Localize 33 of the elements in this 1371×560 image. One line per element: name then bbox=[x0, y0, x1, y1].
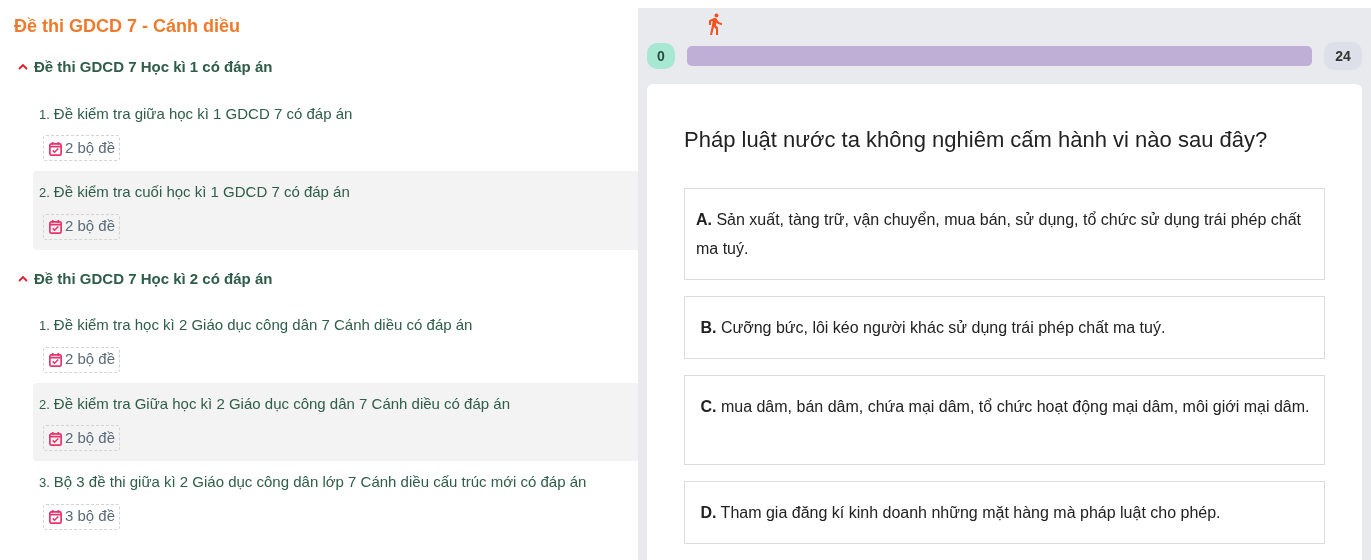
calendar-check-icon bbox=[48, 140, 63, 156]
count-text: 2 bộ đề bbox=[65, 137, 116, 158]
answer-option[interactable]: B. Cưỡng bức, lôi kéo người khác sử dụng trái phép chất ma tuý. bbox=[684, 296, 1325, 359]
count-text: 2 bộ đề bbox=[65, 427, 116, 448]
item-link[interactable]: Đề kiểm tra giữa học kì 1 GDCD 7 có đáp án bbox=[53, 102, 353, 125]
answer-option[interactable]: D. Tham gia đăng kí kinh doanh những mặt hàng mà pháp luật cho phép. bbox=[684, 481, 1325, 544]
item-number: 1. bbox=[39, 317, 50, 335]
end-badge: 24 bbox=[1324, 42, 1362, 70]
answer-option[interactable]: C. mua dâm, bán dâm, chứa mại dâm, tổ chức hoạt động mại dâm, môi giới mại dâm. bbox=[684, 375, 1325, 465]
group-heading[interactable]: Đề thi GDCD 7 Học kì 2 có đáp án bbox=[34, 267, 273, 290]
count-text: 3 bộ đề bbox=[65, 506, 116, 527]
item-link[interactable]: Đề kiểm tra cuối học kì 1 GDCD 7 có đáp án bbox=[53, 181, 350, 204]
calendar-check-icon bbox=[48, 352, 63, 367]
caret-up-icon[interactable] bbox=[18, 273, 28, 284]
calendar-check-icon bbox=[48, 219, 63, 234]
item-link[interactable]: Bộ 3 đề thi giữa kì 2 Giáo dục công dân lớp 7 Cánh diều cấu trúc mới có đáp án bbox=[53, 471, 587, 494]
calendar-check-icon bbox=[48, 509, 63, 524]
answer-option[interactable]: A. Sản xuất, tàng trữ, vận chuyển, mua bán, sử dụng, tổ chức sử dụng trái phép chất ma tuý. bbox=[684, 188, 1325, 280]
item-number: 2. bbox=[39, 395, 50, 414]
count-text: 2 bộ đề bbox=[65, 349, 116, 370]
item-number: 3. bbox=[39, 474, 50, 492]
item-number: 1. bbox=[39, 105, 50, 124]
group-heading[interactable]: Đề thi GDCD 7 Học kì 1 có đáp án bbox=[34, 56, 273, 79]
list-item[interactable]: 2. Đề kiểm tra cuối học kì 1 GDCD 7 có đáp án 2 bộ đề bbox=[33, 171, 638, 250]
item-number: 2. bbox=[39, 184, 50, 202]
question-text: Pháp luật nước ta không nghiêm cấm hành vi nào sau đây? bbox=[684, 126, 1269, 154]
start-badge: 0 bbox=[647, 43, 675, 69]
list-item[interactable]: 2. Đề kiểm tra Giữa học kì 2 Giáo dục công dân 7 Cánh diều có đáp án 2 bộ đề bbox=[33, 382, 638, 461]
sidebar-title: Đề thi GDCD 7 - Cánh diều bbox=[14, 15, 241, 38]
calendar-check-icon bbox=[48, 430, 63, 446]
count-text: 2 bộ đề bbox=[65, 216, 116, 237]
item-link[interactable]: Đề kiểm tra học kì 2 Giáo dục công dân 7 Cánh diều có đáp án bbox=[53, 314, 473, 337]
item-link[interactable]: Đề kiểm tra Giữa học kì 2 Giáo dục công dân 7 Cánh diều có đáp án bbox=[53, 392, 510, 415]
